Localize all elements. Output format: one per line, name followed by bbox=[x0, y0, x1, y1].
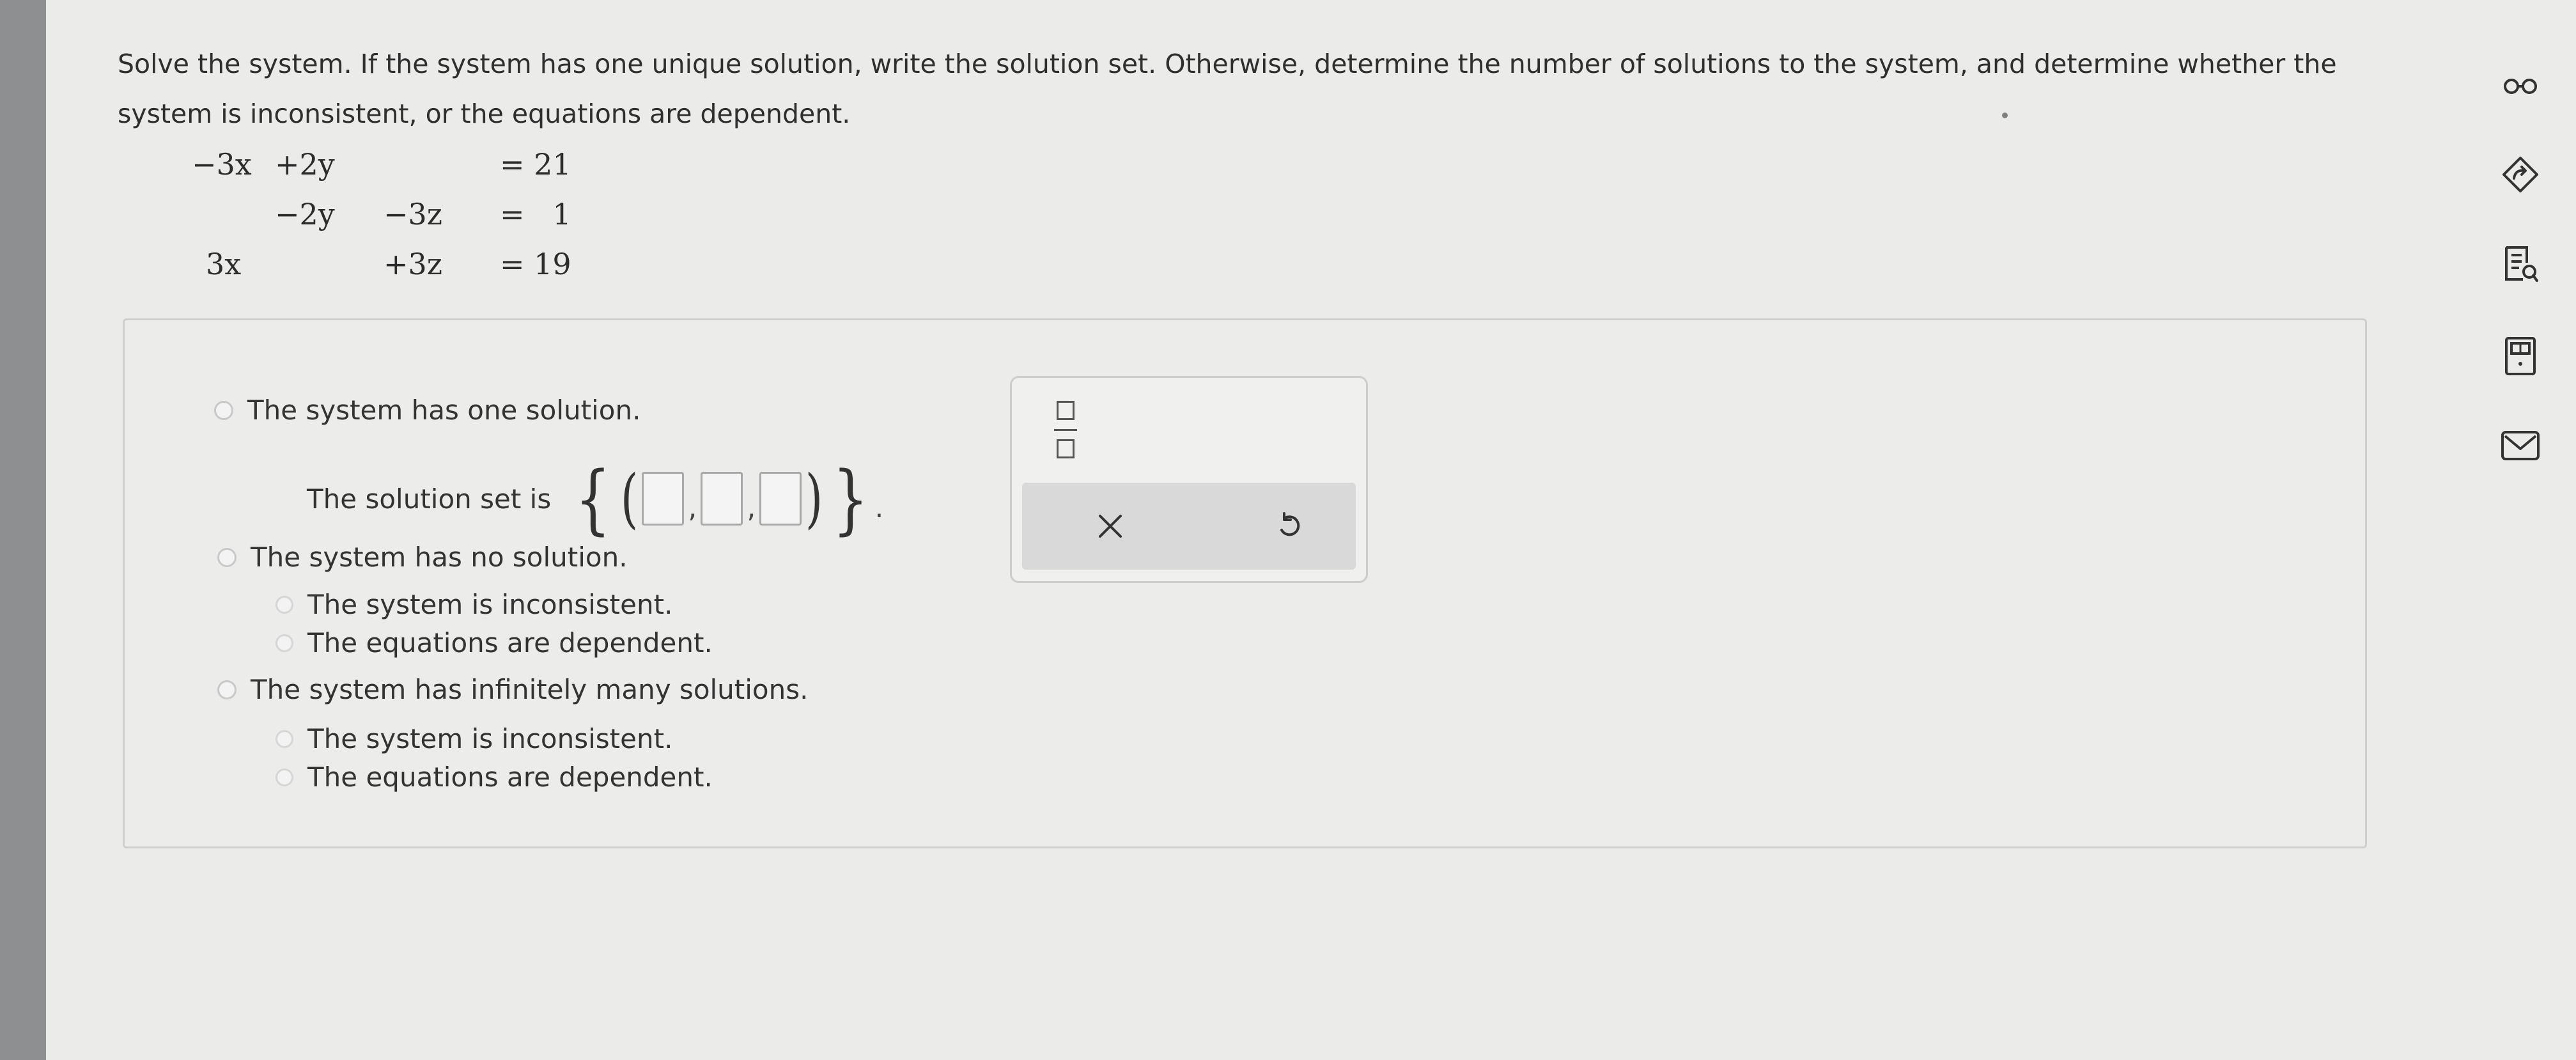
fraction-icon[interactable] bbox=[1053, 401, 1078, 458]
one-solution-radio[interactable] bbox=[214, 400, 233, 420]
no-solution-dependent-label: The equations are dependent. bbox=[307, 627, 713, 659]
row1-x-term: −3x bbox=[192, 147, 252, 182]
option-no-solution[interactable]: The system has no solution. bbox=[217, 542, 628, 573]
infinite-inconsistent-radio[interactable] bbox=[275, 729, 293, 748]
textbook-icon[interactable] bbox=[2498, 242, 2543, 286]
solution-set-row: The solution set is { ( , , ) } . bbox=[307, 461, 883, 536]
hint-arrow-icon[interactable] bbox=[2498, 152, 2543, 197]
no-solution-inconsistent-option[interactable]: The system is inconsistent. bbox=[275, 589, 672, 620]
solution-y-input[interactable] bbox=[701, 472, 743, 526]
palette-action-bar bbox=[1022, 483, 1356, 570]
close-paren: ) bbox=[805, 461, 823, 536]
infinite-dependent-radio[interactable] bbox=[275, 768, 293, 786]
solution-x-input[interactable] bbox=[642, 472, 685, 526]
infinite-inconsistent-label: The system is inconsistent. bbox=[307, 723, 673, 754]
no-solution-label: The system has no solution. bbox=[251, 542, 628, 573]
undo-icon[interactable] bbox=[1270, 507, 1308, 545]
close-brace: } bbox=[832, 455, 869, 543]
infinite-solutions-radio[interactable] bbox=[217, 680, 237, 699]
glasses-icon[interactable] bbox=[2498, 64, 2543, 109]
row3-z-term: +3z bbox=[384, 247, 443, 281]
close-icon[interactable] bbox=[1091, 507, 1129, 545]
row1-equals: = 21 bbox=[500, 147, 571, 182]
row3-equals: = 19 bbox=[500, 247, 571, 281]
comma-1: , bbox=[688, 491, 697, 524]
infinite-dependent-option[interactable]: The equations are dependent. bbox=[275, 761, 713, 793]
comma-2: , bbox=[747, 491, 756, 524]
math-palette bbox=[1010, 376, 1368, 583]
question-prompt: Solve the system. If the system has one … bbox=[118, 49, 2337, 129]
no-solution-radio[interactable] bbox=[217, 547, 237, 567]
equation-system: −3x +2y = 21 −2y −3z = 1 3x +3z = 19 bbox=[192, 147, 639, 300]
row3-x-term: 3x bbox=[206, 247, 242, 281]
solution-set-label: The solution set is bbox=[307, 483, 552, 515]
option-infinite-solutions[interactable]: The system has infinitely many solutions… bbox=[217, 674, 808, 705]
infinite-inconsistent-option[interactable]: The system is inconsistent. bbox=[275, 723, 672, 754]
infinite-solutions-label: The system has infinitely many solutions… bbox=[251, 674, 809, 705]
option-one-solution[interactable]: The system has one solution. bbox=[214, 394, 640, 426]
infinite-dependent-label: The equations are dependent. bbox=[307, 761, 713, 793]
no-solution-inconsistent-label: The system is inconsistent. bbox=[307, 589, 673, 620]
mail-icon[interactable] bbox=[2498, 423, 2543, 468]
solution-z-input[interactable] bbox=[759, 472, 802, 526]
row1-y-term: +2y bbox=[275, 147, 335, 182]
one-solution-label: The system has one solution. bbox=[247, 394, 641, 426]
open-brace: { bbox=[575, 455, 611, 543]
no-solution-dependent-radio[interactable] bbox=[275, 634, 293, 652]
screen: Solve the system. If the system has one … bbox=[46, 0, 2576, 1060]
row2-equals: = 1 bbox=[500, 197, 571, 231]
period: . bbox=[874, 491, 884, 524]
row2-z-term: −3z bbox=[384, 197, 443, 231]
calculator-icon[interactable] bbox=[2498, 334, 2543, 378]
stray-dot bbox=[2002, 113, 2008, 118]
no-solution-dependent-option[interactable]: The equations are dependent. bbox=[275, 627, 713, 659]
row2-y-term: −2y bbox=[275, 197, 335, 231]
open-paren: ( bbox=[621, 461, 639, 536]
no-solution-inconsistent-radio[interactable] bbox=[275, 595, 293, 614]
